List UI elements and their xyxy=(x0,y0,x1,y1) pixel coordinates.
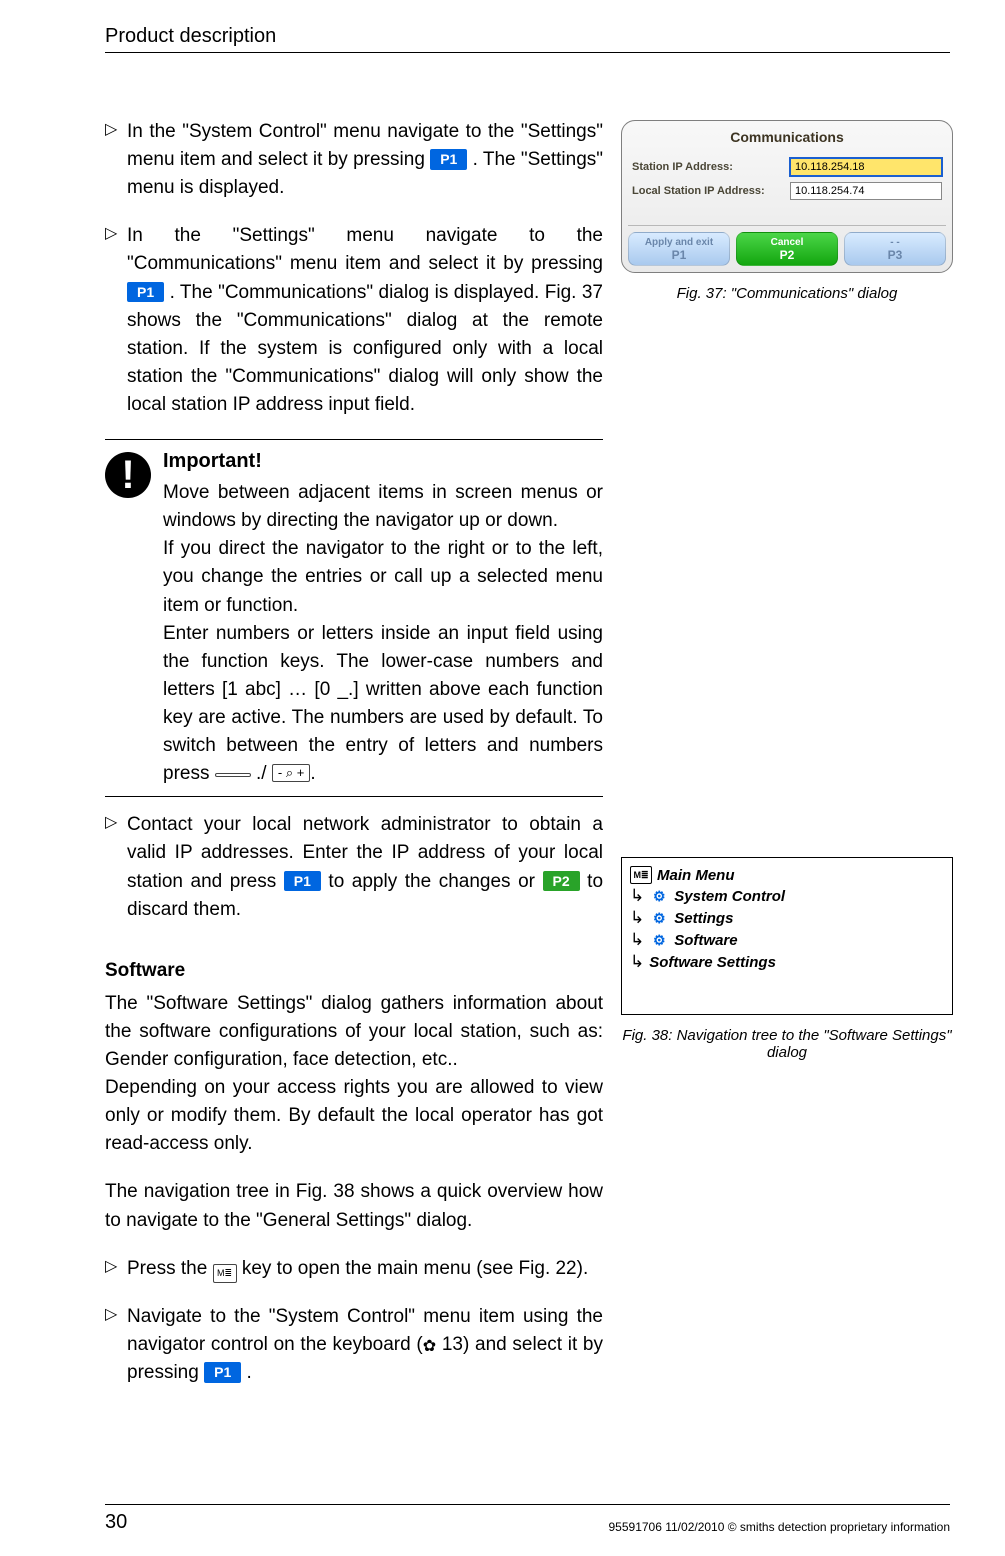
button-key: P2 xyxy=(739,249,835,263)
p1-key: P1 xyxy=(284,871,321,892)
dialog-title: Communications xyxy=(622,121,952,155)
step-text: In the "System Control" menu navigate to… xyxy=(127,118,603,202)
subarrow-icon: ↳ xyxy=(630,930,644,950)
button-key: P1 xyxy=(631,249,727,263)
noop-button[interactable]: - - P3 xyxy=(844,232,946,266)
step-bullet: ▷ xyxy=(105,222,127,419)
software-heading: Software xyxy=(105,960,603,982)
step-item: ▷ In the "System Control" menu navigate … xyxy=(105,118,603,202)
pointer-icon: ✿ xyxy=(423,1335,436,1359)
text-fragment: . The "Communications" dialog is display… xyxy=(127,282,603,415)
page-number: 30 xyxy=(105,1511,127,1534)
figure-38-caption: Fig. 38: Navigation tree to the "Softwar… xyxy=(621,1027,953,1061)
menu-key-icon: M≣ xyxy=(213,1264,237,1283)
local-station-ip-label: Local Station IP Address: xyxy=(632,185,782,197)
note-paragraph: If you direct the navigator to the right… xyxy=(163,535,603,619)
p1-key: P1 xyxy=(127,282,164,303)
step-item: ▷ Press the M≣ key to open the main menu… xyxy=(105,1255,603,1283)
text-fragment: key to open the main menu (see Fig. 22). xyxy=(242,1258,588,1279)
note-top-rule xyxy=(105,439,603,440)
step-bullet: ▷ xyxy=(105,811,127,923)
body-paragraph: Depending on your access rights you are … xyxy=(105,1074,603,1158)
note-bottom-rule xyxy=(105,796,603,797)
p1-key: P1 xyxy=(430,149,467,170)
step-bullet: ▷ xyxy=(105,118,127,202)
subarrow-icon: ↳ xyxy=(630,952,644,972)
menu-icon: M≣ xyxy=(630,866,652,884)
text-fragment: In the "Settings" menu navigate to the "… xyxy=(127,225,603,274)
station-ip-input[interactable] xyxy=(790,158,942,176)
zoom-key: - ⌕ + xyxy=(272,764,310,782)
text-fragment: Press the xyxy=(127,1258,213,1279)
step-text: Contact your local network administrator… xyxy=(127,811,603,923)
local-station-ip-input[interactable] xyxy=(790,182,942,200)
step-text: Press the M≣ key to open the main menu (… xyxy=(127,1255,588,1283)
cancel-button[interactable]: Cancel P2 xyxy=(736,232,838,266)
button-label: Cancel xyxy=(739,237,835,249)
nav-tree-label: System Control xyxy=(674,888,785,905)
station-ip-label: Station IP Address: xyxy=(632,161,782,173)
button-label: Apply and exit xyxy=(631,237,727,249)
step-text: In the "Settings" menu navigate to the "… xyxy=(127,222,603,419)
gear-icon: ⚙ xyxy=(649,930,669,950)
important-note: ! Important! Move between adjacent items… xyxy=(105,450,603,788)
nav-tree-label: Software Settings xyxy=(649,954,776,971)
nav-tree-label: Settings xyxy=(674,910,733,927)
step-bullet: ▷ xyxy=(105,1255,127,1283)
copyright-line: 95591706 11/02/2010 © smiths detection p… xyxy=(609,1520,951,1534)
step-bullet: ▷ xyxy=(105,1303,127,1387)
text-fragment: Enter numbers or letters inside an input… xyxy=(163,623,603,785)
p2-key: P2 xyxy=(543,871,580,892)
note-paragraph: Move between adjacent items in screen me… xyxy=(163,479,603,535)
exclamation-icon: ! xyxy=(105,452,151,498)
gear-icon: ⚙ xyxy=(649,908,669,928)
text-fragment: . xyxy=(247,1362,252,1383)
button-key: P3 xyxy=(847,249,943,263)
communications-dialog: Communications Station IP Address: Local… xyxy=(621,120,953,273)
subarrow-icon: ↳ xyxy=(630,908,644,928)
p1-key: P1 xyxy=(204,1362,241,1383)
nav-tree-figure: M≣ Main Menu ↳ ⚙ System Control ↳ ⚙ Sett… xyxy=(621,857,953,1015)
nav-tree-label: Software xyxy=(674,932,737,949)
header-rule xyxy=(105,52,950,53)
note-paragraph: Enter numbers or letters inside an input… xyxy=(163,620,603,789)
page-footer: 30 95591706 11/02/2010 © smiths detectio… xyxy=(105,1504,950,1534)
subarrow-icon: ↳ xyxy=(630,886,644,906)
apply-and-exit-button[interactable]: Apply and exit P1 xyxy=(628,232,730,266)
body-paragraph: The navigation tree in Fig. 38 shows a q… xyxy=(105,1178,603,1234)
page-header: Product description xyxy=(105,25,950,48)
gear-icon: ⚙ xyxy=(649,886,669,906)
text-fragment: to apply the changes or xyxy=(328,871,542,892)
note-title: Important! xyxy=(163,450,603,473)
nav-tree-label: Main Menu xyxy=(657,867,735,884)
button-label: - - xyxy=(847,237,943,249)
step-text: Navigate to the "System Control" menu it… xyxy=(127,1303,603,1387)
step-item: ▷ Contact your local network administrat… xyxy=(105,811,603,923)
step-item: ▷ In the "Settings" menu navigate to the… xyxy=(105,222,603,419)
figure-37-caption: Fig. 37: "Communications" dialog xyxy=(621,285,953,302)
text-fragment: ./ xyxy=(256,763,272,784)
blank-key xyxy=(215,773,251,777)
step-item: ▷ Navigate to the "System Control" menu … xyxy=(105,1303,603,1387)
body-paragraph: The "Software Settings" dialog gathers i… xyxy=(105,990,603,1074)
text-fragment: . xyxy=(310,763,315,784)
